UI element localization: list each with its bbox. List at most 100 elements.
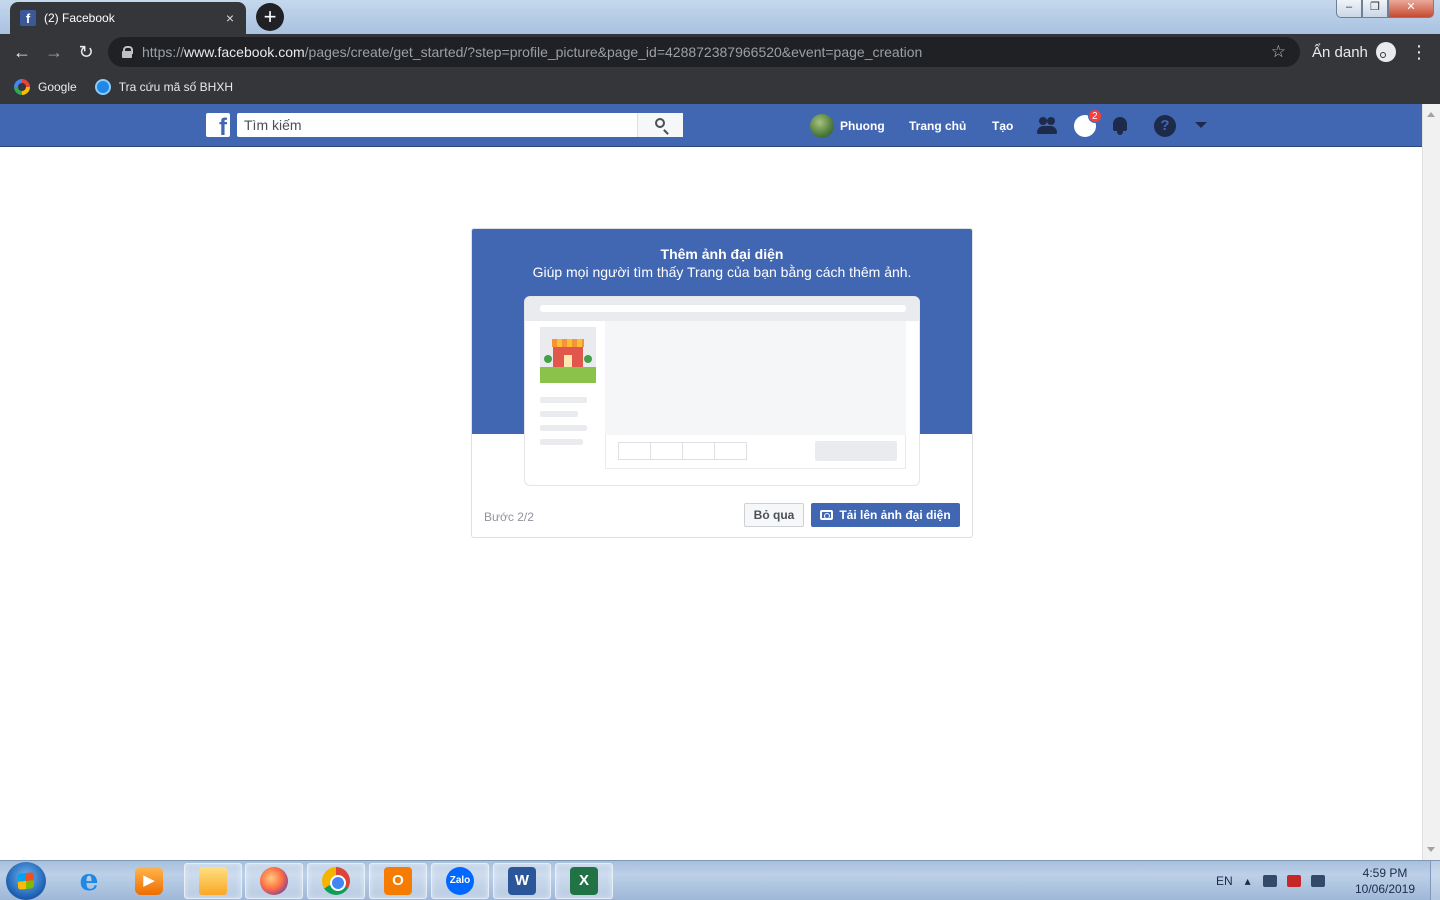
preview-line (540, 439, 583, 445)
create-link[interactable]: Tạo (992, 104, 1013, 147)
excel-icon: X (570, 867, 598, 895)
shop-tree-left (544, 355, 552, 363)
help-icon[interactable]: ? (1154, 115, 1176, 137)
friend-requests-icon[interactable] (1037, 115, 1059, 137)
scroll-down-icon[interactable] (1427, 847, 1435, 852)
url-host: www.facebook.com (184, 44, 305, 60)
skip-button[interactable]: Bỏ qua (744, 503, 804, 527)
system-tray: EN ▴ (1216, 861, 1335, 900)
new-tab-button[interactable]: + (256, 3, 284, 31)
volume-icon[interactable] (1262, 875, 1277, 887)
clock-date: 10/06/2019 (1354, 882, 1416, 896)
card-subtitle: Giúp mọi người tìm thấy Trang của bạn bằ… (532, 264, 912, 280)
avatar (810, 113, 834, 138)
taskbar-chrome[interactable] (307, 863, 365, 899)
taskbar-firefox[interactable] (245, 863, 303, 899)
clock[interactable]: 4:59 PM 10/06/2019 (1346, 865, 1424, 897)
minimize-button[interactable]: – (1336, 0, 1362, 18)
tab-close-icon[interactable]: × (222, 10, 238, 26)
notifications-icon[interactable] (1109, 115, 1131, 137)
zalo-icon: Zalo (446, 867, 474, 895)
media-player-icon: ▶ (135, 867, 163, 895)
facebook-favicon-icon: f (20, 10, 36, 26)
search-button[interactable] (637, 113, 683, 137)
scroll-up-icon[interactable] (1427, 112, 1435, 117)
messages-badge: 2 (1088, 109, 1102, 123)
facebook-logo[interactable]: f (206, 113, 230, 137)
maximize-button[interactable]: ❐ (1362, 0, 1388, 18)
profile-name: Phuong (840, 118, 885, 133)
preview-line (540, 411, 578, 417)
chrome-icon (322, 867, 350, 895)
internet-explorer-icon: e (79, 863, 99, 898)
preview-button (815, 441, 897, 461)
windows-taskbar: e ▶ O Zalo W X EN ▴ 4:59 PM 10/06/2019 (0, 860, 1440, 900)
taskbar-media-player[interactable]: ▶ (120, 863, 178, 899)
search-box (237, 113, 683, 137)
show-hidden-icons-icon[interactable]: ▴ (1245, 874, 1251, 888)
messenger-icon[interactable]: 2 (1074, 109, 1102, 137)
card-title: Thêm ảnh đại diện (660, 246, 784, 262)
page-preview-illustration (524, 296, 920, 486)
show-desktop-button[interactable] (1430, 861, 1440, 900)
back-arrow-icon[interactable]: ← (10, 40, 34, 64)
firefox-icon (260, 867, 288, 895)
preview-topbar (525, 297, 919, 321)
taskbar-ie[interactable]: e (60, 863, 118, 899)
taskbar-file-explorer[interactable] (184, 863, 242, 899)
forward-arrow-icon[interactable]: → (42, 40, 66, 64)
url-prefix: https:// (142, 44, 185, 60)
taskbar-excel[interactable]: X (555, 863, 613, 899)
shop-door (564, 355, 572, 367)
page-scrollbar[interactable] (1422, 104, 1440, 860)
search-input[interactable] (237, 113, 637, 137)
language-indicator[interactable]: EN (1216, 874, 1233, 888)
tab-title: (2) Facebook (44, 11, 115, 25)
browser-toolbar: ← → ↻ https://www.facebook.com/pages/cre… (0, 34, 1440, 70)
address-bar[interactable]: https://www.facebook.com/pages/create/ge… (108, 37, 1300, 67)
preview-line (540, 397, 587, 403)
facebook-header: f Phuong Trang chủ Tạo 2 ? (0, 104, 1422, 147)
preview-tab (682, 442, 715, 460)
preview-url-bar (540, 305, 906, 312)
close-window-button[interactable]: ✕ (1388, 0, 1434, 18)
browser-tabstrip: f (2) Facebook × + – ❐ ✕ (0, 0, 1440, 34)
add-profile-picture-card: Thêm ảnh đại diện Giúp mọi người tìm thấ… (471, 228, 973, 538)
preview-cover (605, 321, 906, 435)
tab-facebook[interactable]: f (2) Facebook × (10, 2, 246, 34)
action-center-icon[interactable] (1286, 875, 1301, 887)
camera-icon (820, 510, 834, 520)
step-indicator: Bước 2/2 (484, 510, 534, 524)
browser-menu-icon[interactable]: ⋮ (1410, 40, 1428, 64)
taskbar-word[interactable]: W (493, 863, 551, 899)
account-menu-icon[interactable] (1195, 122, 1207, 128)
clock-time: 4:59 PM (1362, 866, 1408, 880)
folder-icon (199, 867, 227, 895)
preview-tab (650, 442, 683, 460)
bookmark-label: Google (38, 80, 77, 94)
shop-awning (552, 339, 584, 347)
bookmark-bhxh[interactable]: Tra cứu mã số BHXH (94, 79, 233, 95)
taskbar-outlook[interactable]: O (369, 863, 427, 899)
shop-grass (540, 367, 596, 383)
incognito-icon (1375, 42, 1396, 62)
taskbar-zalo[interactable]: Zalo (431, 863, 489, 899)
bookmark-google[interactable]: Google (14, 79, 77, 95)
shop-tree-right (584, 355, 592, 363)
incognito-label: Ẩn danh (1312, 43, 1368, 61)
network-icon[interactable] (1310, 875, 1325, 887)
bookmark-star-icon[interactable]: ☆ (1271, 42, 1286, 62)
bhxh-icon (94, 79, 111, 95)
start-button[interactable] (6, 862, 46, 900)
incognito-indicator[interactable]: Ẩn danh (1312, 42, 1396, 62)
google-icon (14, 79, 30, 95)
home-link[interactable]: Trang chủ (909, 104, 966, 147)
outlook-icon: O (384, 867, 412, 895)
upload-profile-picture-button[interactable]: Tải lên ảnh đại diện (811, 503, 960, 527)
url-text: https://www.facebook.com/pages/create/ge… (142, 44, 922, 60)
preview-line (540, 425, 587, 431)
reload-icon[interactable]: ↻ (74, 40, 98, 64)
search-icon (655, 118, 665, 128)
lock-icon (122, 46, 133, 58)
profile-link[interactable]: Phuong (810, 104, 885, 147)
